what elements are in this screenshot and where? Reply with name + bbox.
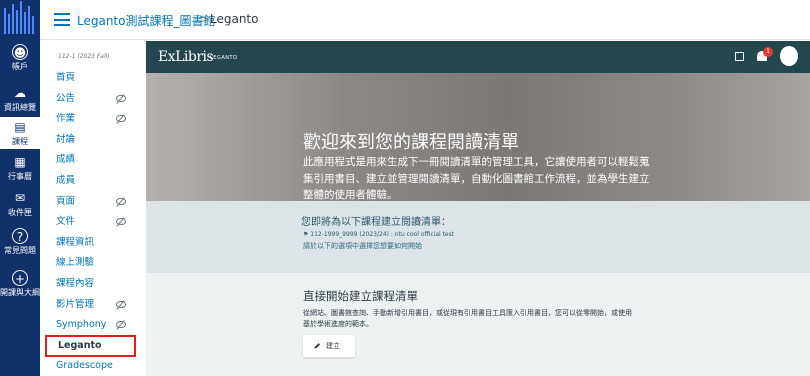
institution-logo[interactable] (0, 0, 40, 38)
global-nav-add-course[interactable]: + 開課與大綱 (0, 268, 40, 316)
welcome-text: 此應用程式是用來生成下一冊閱讀清單的管理工具，它讓使用者可以輕鬆蒐集引用書目、建… (303, 156, 650, 201)
hamburger-menu-icon[interactable] (54, 13, 70, 26)
course-nav-label: Gradescope (56, 360, 113, 371)
course-nav-label: 頁面 (56, 196, 76, 207)
choose-hint: 請於以下的選項中選擇您想要如何開始 (303, 242, 422, 250)
leganto-logo-text: LEGANTO (210, 55, 238, 61)
course-nav-people[interactable]: 成員 (56, 173, 128, 189)
hidden-eye-icon (116, 218, 126, 225)
pencil-icon (314, 343, 320, 349)
global-nav-label: 收件匣 (8, 208, 32, 217)
hidden-eye-icon (116, 95, 126, 102)
breadcrumb-separator: > (200, 12, 211, 26)
course-nav-announcements[interactable]: 公告 (56, 91, 128, 107)
leganto-panel: ExLibris LEGANTO 1 歡迎來到您的課程閱讀清單 此應用程式是用來… (146, 41, 810, 376)
course-code: ⚑ 112-1999_9999 (2023/24) : ntu cool off… (303, 231, 454, 238)
welcome-title: 歡迎來到您的課程閱讀清單 (303, 132, 519, 153)
start-text: 從網站、圖書館查詢、手動新增引用書目，或從現有引用書目工具匯入引用書目，您可以從… (303, 309, 632, 328)
course-nav-assignments[interactable]: 作業 (56, 111, 128, 127)
global-nav-help[interactable]: ? 常見問題 (0, 226, 40, 260)
course-nav-label: 首頁 (56, 72, 76, 83)
course-nav-label: Leganto (58, 340, 102, 351)
global-nav-courses[interactable]: ▤ 課程 (0, 117, 40, 149)
breadcrumb-current: Leganto (210, 12, 259, 26)
global-nav-label: 資訊總覽 (4, 103, 36, 112)
course-nav-label: 課程內容 (56, 278, 95, 289)
inbox-icon: ✉ (14, 191, 26, 205)
course-nav-label: 公告 (56, 93, 76, 104)
course-nav-home[interactable]: 首頁 (56, 70, 128, 86)
course-nav-label: 成員 (56, 175, 76, 186)
course-nav-quizzes[interactable]: 線上測驗 (56, 255, 128, 271)
hidden-eye-icon (116, 115, 126, 122)
breadcrumb: Leganto測試課程_圖書館 > Leganto (40, 0, 810, 40)
start-from-scratch-section: 直接開始建立課程清單 從網站、圖書館查詢、手動新增引用書目，或從現有引用書目工具… (146, 273, 810, 376)
new-list-button[interactable]: 建立 (303, 335, 355, 357)
start-title: 直接開始建立課程清單 (303, 289, 418, 303)
global-nav: ☻ 帳戶 ☁ 資訊總覽 ▤ 課程 ▦ 行事曆 ✉ 收件匣 ? 常見問題 + 開課… (0, 0, 40, 376)
global-nav-label: 行事曆 (8, 172, 32, 181)
course-nav-label: Symphony (56, 319, 107, 330)
course-nav-label: 文件 (56, 216, 76, 227)
course-nav-pages[interactable]: 頁面 (56, 194, 128, 210)
course-nav-video-management[interactable]: 影片管理 (56, 297, 128, 313)
leganto-header: ExLibris LEGANTO 1 (146, 41, 810, 73)
course-nav-files[interactable]: 文件 (56, 214, 128, 230)
global-nav-calendar[interactable]: ▦ 行事曆 (0, 152, 40, 184)
open-external-icon[interactable] (735, 52, 744, 61)
course-nav-label: 討論 (56, 134, 76, 145)
course-nav-symphony[interactable]: Symphony (56, 317, 128, 333)
course-info-section: 您即將為以下課程建立閱讀清單： ⚑ 112-1999_9999 (2023/24… (146, 201, 810, 273)
course-nav-modules[interactable]: 課程內容 (56, 276, 128, 292)
global-nav-label: 課程 (12, 137, 28, 146)
hidden-eye-icon (116, 301, 126, 308)
course-nav: 112-1 (2023 Fall) 首頁 公告 作業 討論 成績 成員 頁面 文… (40, 40, 136, 376)
global-nav-label: 常見問題 (4, 246, 36, 255)
course-nav-leganto[interactable]: Leganto (45, 335, 136, 357)
course-nav-grades[interactable]: 成績 (56, 152, 128, 168)
course-nav-gradescope[interactable]: Gradescope (56, 358, 128, 374)
course-nav-label: 成績 (56, 154, 76, 165)
global-nav-label: 帳戶 (12, 62, 28, 71)
help-icon: ? (12, 228, 28, 244)
calendar-icon: ▦ (14, 155, 26, 169)
global-nav-account[interactable]: ☻ 帳戶 (0, 42, 40, 74)
global-nav-dashboard[interactable]: ☁ 資訊總覽 (0, 82, 40, 116)
breadcrumb-course-link[interactable]: Leganto測試課程_圖書館 (77, 12, 215, 29)
hidden-eye-icon (116, 198, 126, 205)
user-icon: ☻ (12, 44, 28, 60)
course-nav-label: 影片管理 (56, 299, 95, 310)
notification-badge: 1 (763, 47, 773, 57)
new-list-button-label: 建立 (326, 342, 340, 350)
courses-icon: ▤ (14, 120, 26, 134)
course-nav-syllabus[interactable]: 課程資訊 (56, 235, 128, 251)
course-nav-discussions[interactable]: 討論 (56, 132, 128, 148)
course-term: 112-1 (2023 Fall) (58, 53, 110, 60)
course-code-text: 112-1999_9999 (2023/24) : ntu cool offic… (310, 231, 455, 238)
create-for-title: 您即將為以下課程建立閱讀清單： (301, 217, 451, 228)
global-nav-label: 開課與大綱 (0, 288, 40, 297)
hidden-eye-icon (116, 321, 126, 328)
course-nav-label: 線上測驗 (56, 257, 95, 268)
exlibris-logo: ExLibris (158, 49, 214, 65)
global-nav-inbox[interactable]: ✉ 收件匣 (0, 188, 40, 220)
add-course-icon: + (12, 270, 28, 286)
dashboard-icon: ☁ (14, 86, 26, 100)
avatar[interactable] (780, 46, 798, 66)
course-nav-label: 課程資訊 (56, 237, 95, 248)
course-nav-label: 作業 (56, 113, 76, 124)
